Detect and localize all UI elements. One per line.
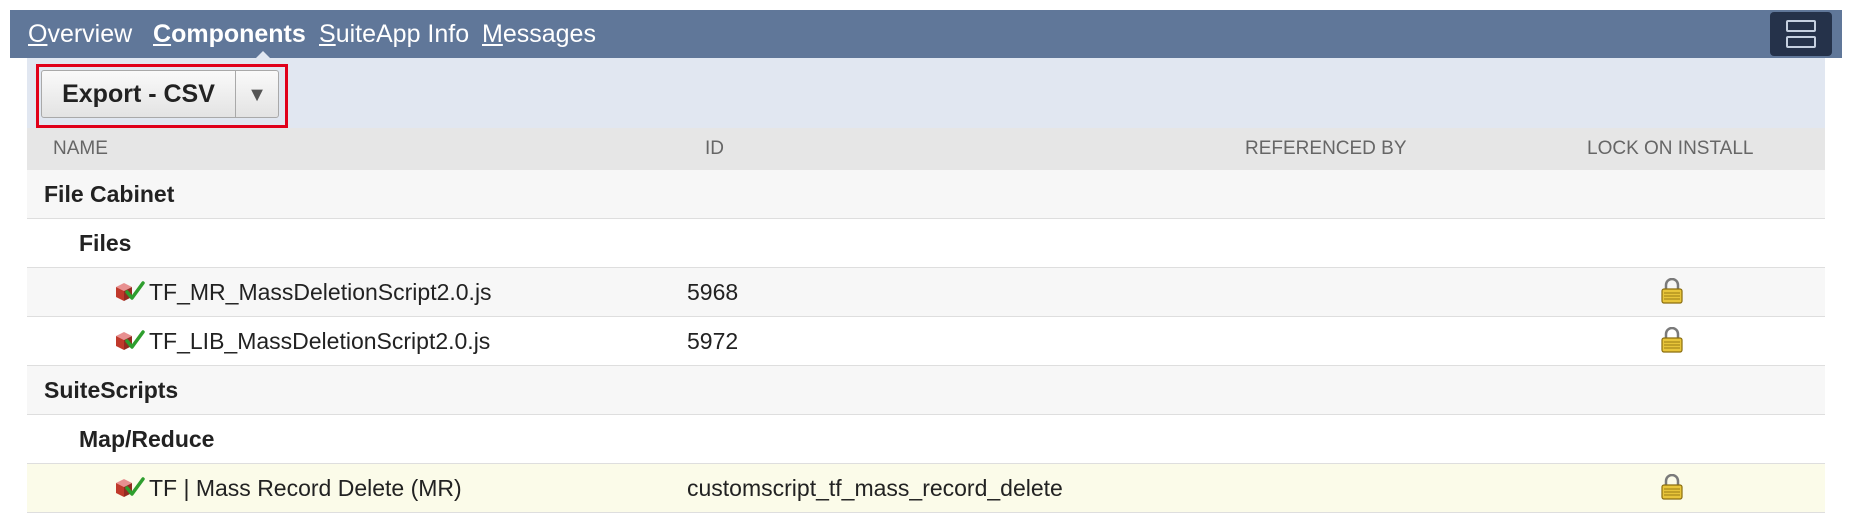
tab-overview-mnemonic: O — [28, 20, 48, 48]
tab-messages[interactable]: Messages — [482, 10, 596, 58]
component-id: customscript_tf_mass_record_delete — [687, 475, 1063, 501]
component-name[interactable]: TF | Mass Record Delete (MR) — [149, 464, 462, 513]
tab-components-mnemonic: C — [153, 20, 172, 48]
group-name: SuiteScripts — [44, 377, 179, 403]
tab-components[interactable]: Components — [153, 10, 306, 58]
lock-icon — [1661, 278, 1683, 304]
tab-overview-label: verview — [47, 20, 133, 48]
bundle-component-icon — [116, 330, 145, 350]
tab-bar: Overview Components SuiteApp Info Messag… — [10, 10, 1842, 60]
component-name[interactable]: TF_LIB_MassDeletionScript2.0.js — [149, 317, 490, 366]
component-id: 5972 — [687, 328, 739, 354]
chevron-down-icon: ▼ — [247, 84, 267, 106]
table-row[interactable]: TF_LIB_MassDeletionScript2.0.js 5972 — [27, 317, 1825, 366]
tab-overview[interactable]: Overview — [28, 10, 132, 58]
toolbar — [27, 58, 1825, 128]
component-name[interactable]: TF_MR_MassDeletionScript2.0.js — [149, 268, 492, 317]
subgroup-name: Map/Reduce — [79, 426, 215, 452]
table-row[interactable]: TF | Mass Record Delete (MR) customscrip… — [27, 464, 1825, 513]
subgroup-name: Files — [79, 230, 132, 256]
bundle-component-icon — [116, 477, 145, 497]
tab-components-label: omponents — [171, 20, 306, 48]
lock-icon — [1661, 474, 1683, 500]
table-row-subgroup: Files — [27, 219, 1825, 268]
table-row-subgroup: Map/Reduce — [27, 415, 1825, 464]
column-header-name[interactable]: NAME — [53, 128, 108, 170]
column-header-id[interactable]: ID — [705, 128, 724, 170]
lock-icon — [1661, 327, 1683, 353]
bundle-component-icon — [116, 281, 145, 301]
layout-toggle-button[interactable] — [1770, 12, 1832, 56]
group-name: File Cabinet — [44, 181, 175, 207]
table-row-group: SuiteScripts — [27, 366, 1825, 415]
column-header-referenced-by[interactable]: REFERENCED BY — [1245, 128, 1407, 170]
table-row-group: File Cabinet — [27, 170, 1825, 219]
tab-suiteapp-info-label: uiteApp Info — [335, 20, 470, 48]
column-header-lock-on-install[interactable]: LOCK ON INSTALL — [1587, 128, 1753, 170]
export-csv-button[interactable]: Export - CSV — [42, 71, 235, 117]
tab-suiteapp-info-mnemonic: S — [319, 20, 336, 48]
tab-messages-label: essages — [502, 20, 596, 48]
component-id: 5968 — [687, 279, 739, 305]
export-split-button: Export - CSV ▼ — [41, 70, 279, 118]
table-row[interactable]: TF_MR_MassDeletionScript2.0.js 5968 — [27, 268, 1825, 317]
tab-suiteapp-info[interactable]: SuiteApp Info — [319, 10, 469, 58]
table-header: NAME ID REFERENCED BY LOCK ON INSTALL — [27, 128, 1825, 170]
tab-messages-mnemonic: M — [482, 20, 503, 48]
export-dropdown-button[interactable]: ▼ — [236, 71, 278, 117]
